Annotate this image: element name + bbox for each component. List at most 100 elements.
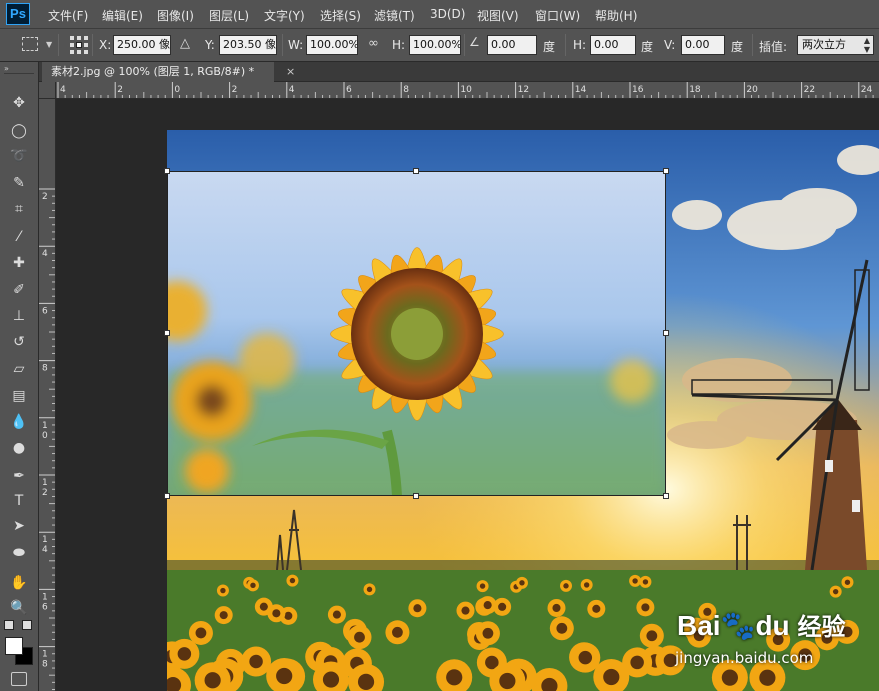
transform-handle-top-right[interactable] [663, 168, 669, 174]
brush-icon[interactable]: ✐ [8, 279, 30, 301]
field-flower-center [413, 604, 422, 613]
lasso-icon[interactable]: ➰ [8, 145, 30, 167]
field-flower-center [284, 611, 293, 620]
pen-icon[interactable]: ✒ [8, 465, 30, 487]
menu-bar: Ps 文件(F) 编辑(E) 图像(I) 图层(L) 文字(Y) 选择(S) 滤… [0, 0, 879, 29]
field-flower-center [499, 672, 516, 690]
field-flower-center [563, 583, 569, 589]
ruler-origin[interactable] [39, 82, 56, 99]
angle-unit: 度 [543, 40, 556, 54]
transform-handle-left[interactable] [164, 330, 170, 336]
foreground-color-swatch[interactable] [5, 637, 23, 655]
width-field[interactable]: 100.00% [306, 35, 358, 55]
transform-handle-right[interactable] [663, 330, 669, 336]
field-flower-center [646, 630, 658, 642]
menu-layer[interactable]: 图层(L) [209, 7, 249, 24]
menu-view[interactable]: 视图(V) [477, 7, 519, 24]
field-flower-center [219, 611, 228, 620]
vertical-ruler[interactable]: 24681012141618 [39, 99, 56, 691]
field-flower-center [482, 627, 494, 639]
eyedropper-icon[interactable]: ⁄ [8, 226, 30, 248]
ruler-label: 18 [689, 85, 701, 95]
blur-icon[interactable]: 💧 [8, 411, 30, 433]
y-position-field[interactable]: 203.50 像 [219, 35, 277, 55]
menu-image[interactable]: 图像(I) [157, 7, 194, 24]
default-colors-icon[interactable] [4, 620, 14, 630]
horizontal-skew-field[interactable]: 0.00 [590, 35, 636, 55]
type-icon[interactable]: T [8, 490, 30, 512]
field-flower-center [519, 580, 525, 586]
menu-filter[interactable]: 滤镜(T) [374, 7, 415, 24]
field-flower-center [479, 583, 486, 589]
field-flower-center [556, 622, 568, 634]
horizontal-ruler[interactable]: 4 2 0 2 4 6 8 10 12 14 16 18 20 22 24 [56, 82, 879, 99]
ruler-label: 6 [42, 602, 48, 612]
hand-icon[interactable]: ✋ [8, 572, 30, 594]
panel-collapse-icon[interactable]: » [4, 64, 9, 73]
ruler-label: 24 [861, 85, 873, 95]
quick-mask-icon[interactable] [11, 672, 27, 686]
ruler-label: 2 [42, 488, 48, 498]
ruler-label: 6 [346, 85, 352, 95]
vskew-unit: 度 [731, 40, 744, 54]
transform-handle-bottom-right[interactable] [663, 493, 669, 499]
transform-handle-bottom-left[interactable] [164, 493, 170, 499]
dodge-icon[interactable]: ● [8, 437, 30, 459]
link-icon[interactable]: ∞ [368, 36, 379, 51]
x-position-field[interactable]: 250.00 像 [113, 35, 171, 55]
move-icon[interactable]: ✥ [8, 92, 30, 114]
transform-handle-top[interactable] [413, 168, 419, 174]
crop-icon[interactable]: ⌗ [8, 198, 30, 220]
field-flower-center [498, 602, 507, 611]
menu-edit[interactable]: 编辑(E) [102, 7, 143, 24]
menu-help[interactable]: 帮助(H) [595, 7, 637, 24]
field-flower-center [821, 632, 833, 644]
zoom-icon[interactable]: 🔍 [8, 597, 30, 619]
menu-3d[interactable]: 3D(D) [430, 7, 465, 21]
field-flower-center [841, 626, 853, 638]
transform-handle-bottom[interactable] [413, 493, 419, 499]
healing-brush-icon[interactable]: ✚ [8, 252, 30, 274]
gradient-icon[interactable]: ▤ [8, 385, 30, 407]
interpolation-select[interactable]: 两次立方 ▲ ▼ [797, 35, 874, 55]
menu-type[interactable]: 文字(Y) [264, 7, 305, 24]
transform-tool-icon[interactable] [22, 37, 38, 51]
field-flower-center [195, 627, 207, 639]
interpolation-value: 两次立方 [802, 38, 846, 51]
eraser-icon[interactable]: ▱ [8, 358, 30, 380]
field-flower-center [177, 647, 192, 661]
ruler-label: 20 [746, 85, 758, 95]
hskew-label: H: [573, 38, 587, 52]
vertical-skew-field[interactable]: 0.00 [681, 35, 725, 55]
history-brush-icon[interactable]: ↺ [8, 331, 30, 353]
reference-point-icon[interactable] [70, 36, 90, 54]
menu-select[interactable]: 选择(S) [320, 7, 361, 24]
transform-handle-top-left[interactable] [164, 168, 170, 174]
sunflower-layer[interactable] [167, 171, 666, 496]
field-flower-center [583, 582, 590, 588]
swap-colors-icon[interactable] [22, 620, 32, 630]
canvas-area[interactable] [56, 99, 879, 691]
field-flower-center [332, 610, 341, 619]
height-field[interactable]: 100.00% [409, 35, 461, 55]
document-tab-bar: 素材2.jpg @ 100% (图层 1, RGB/8#) * × [39, 62, 879, 82]
document-tab[interactable]: 素材2.jpg @ 100% (图层 1, RGB/8#) * [42, 62, 274, 82]
options-bar: ▼ X: 250.00 像 △ Y: 203.50 像 W: 100.00% ∞… [0, 29, 879, 62]
menu-window[interactable]: 窗口(W) [535, 7, 580, 24]
ellipse-marquee-icon[interactable]: ◯ [8, 120, 30, 142]
y-label: Y: [205, 38, 215, 52]
ellipse-shape-icon[interactable]: ⬬ [8, 542, 30, 564]
ruler-label: 6 [42, 306, 48, 316]
ruler-label: 4 [42, 249, 48, 259]
quick-select-icon[interactable]: ✎ [8, 172, 30, 194]
clone-stamp-icon[interactable]: ⊥ [8, 305, 30, 327]
field-flower-center [632, 578, 638, 584]
menu-file[interactable]: 文件(F) [48, 7, 88, 24]
chevron-down-icon[interactable]: ▼ [46, 40, 52, 49]
photoshop-logo: Ps [6, 3, 30, 25]
path-select-icon[interactable]: ➤ [8, 515, 30, 537]
delta-icon[interactable]: △ [180, 36, 190, 51]
close-tab-icon[interactable]: × [286, 65, 295, 78]
rotate-angle-field[interactable]: 0.00 [487, 35, 537, 55]
ruler-label: 2 [42, 192, 48, 202]
